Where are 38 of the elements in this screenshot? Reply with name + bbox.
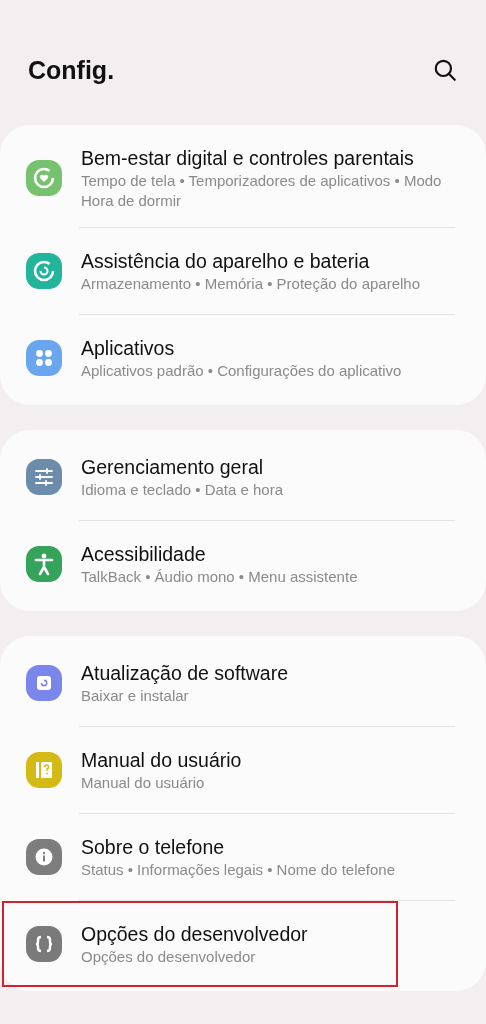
item-subtitle: Opções do desenvolvedor [81, 947, 257, 967]
item-title: Opções do desenvolvedor [81, 922, 309, 947]
item-subtitle: TalkBack • Áudio mono • Menu assistente [81, 567, 359, 587]
search-icon[interactable] [432, 57, 458, 83]
item-subtitle: Armazenamento • Memória • Proteção do aparelho [81, 274, 421, 294]
settings-item[interactable]: Sobre o telefone Status • Informações legais • Nome do telefone [2, 814, 484, 900]
item-title: Bem-estar digital e controles parentais [81, 146, 415, 171]
settings-item[interactable]: Assistência do aparelho e bateria Armazenamento • Memória • Proteção do aparelho [2, 228, 484, 314]
settings-item[interactable]: Opções do desenvolvedor Opções do desenvolvedor [2, 901, 398, 987]
item-subtitle: Aplicativos padrão • Configurações do aplicativo [81, 361, 403, 381]
update-icon [26, 665, 62, 701]
item-subtitle: Status • Informações legais • Nome do telefone [81, 860, 396, 880]
item-subtitle: Manual do usuário [81, 773, 206, 793]
page-title: Config. [28, 55, 115, 85]
refresh-ring-icon [26, 253, 62, 289]
settings-item[interactable]: Gerenciamento geral Idioma e teclado • Data e hora [2, 434, 484, 520]
heart-ring-icon [26, 160, 62, 196]
sliders-icon [26, 459, 62, 495]
settings-item[interactable]: Manual do usuário Manual do usuário [2, 727, 484, 813]
info-icon [26, 839, 62, 875]
settings-item[interactable]: Bem-estar digital e controles parentais Tempo de tela • Temporizadores de aplicativos • Modo Hora de dormir [2, 129, 484, 227]
settings-item[interactable]: Atualização de software Baixar e instalar [2, 640, 484, 726]
item-title: Assistência do aparelho e bateria [81, 249, 371, 274]
settings-item[interactable]: Aplicativos Aplicativos padrão • Configurações do aplicativo [2, 315, 484, 401]
person-icon [26, 546, 62, 582]
four-dots-icon [26, 340, 62, 376]
braces-icon [26, 926, 62, 962]
item-subtitle: Idioma e teclado • Data e hora [81, 480, 285, 500]
help-book-icon [26, 752, 62, 788]
item-title: Acessibilidade [81, 542, 207, 567]
item-subtitle: Baixar e instalar [81, 686, 190, 706]
item-title: Gerenciamento geral [81, 455, 265, 480]
item-title: Atualização de software [81, 661, 290, 686]
item-title: Aplicativos [81, 336, 176, 361]
settings-item[interactable]: Acessibilidade TalkBack • Áudio mono • Menu assistente [2, 521, 484, 607]
item-subtitle: Tempo de tela • Temporizadores de aplicativos • Modo Hora de dormir [81, 171, 443, 211]
item-title: Manual do usuário [81, 748, 243, 773]
item-title: Sobre o telefone [81, 835, 226, 860]
